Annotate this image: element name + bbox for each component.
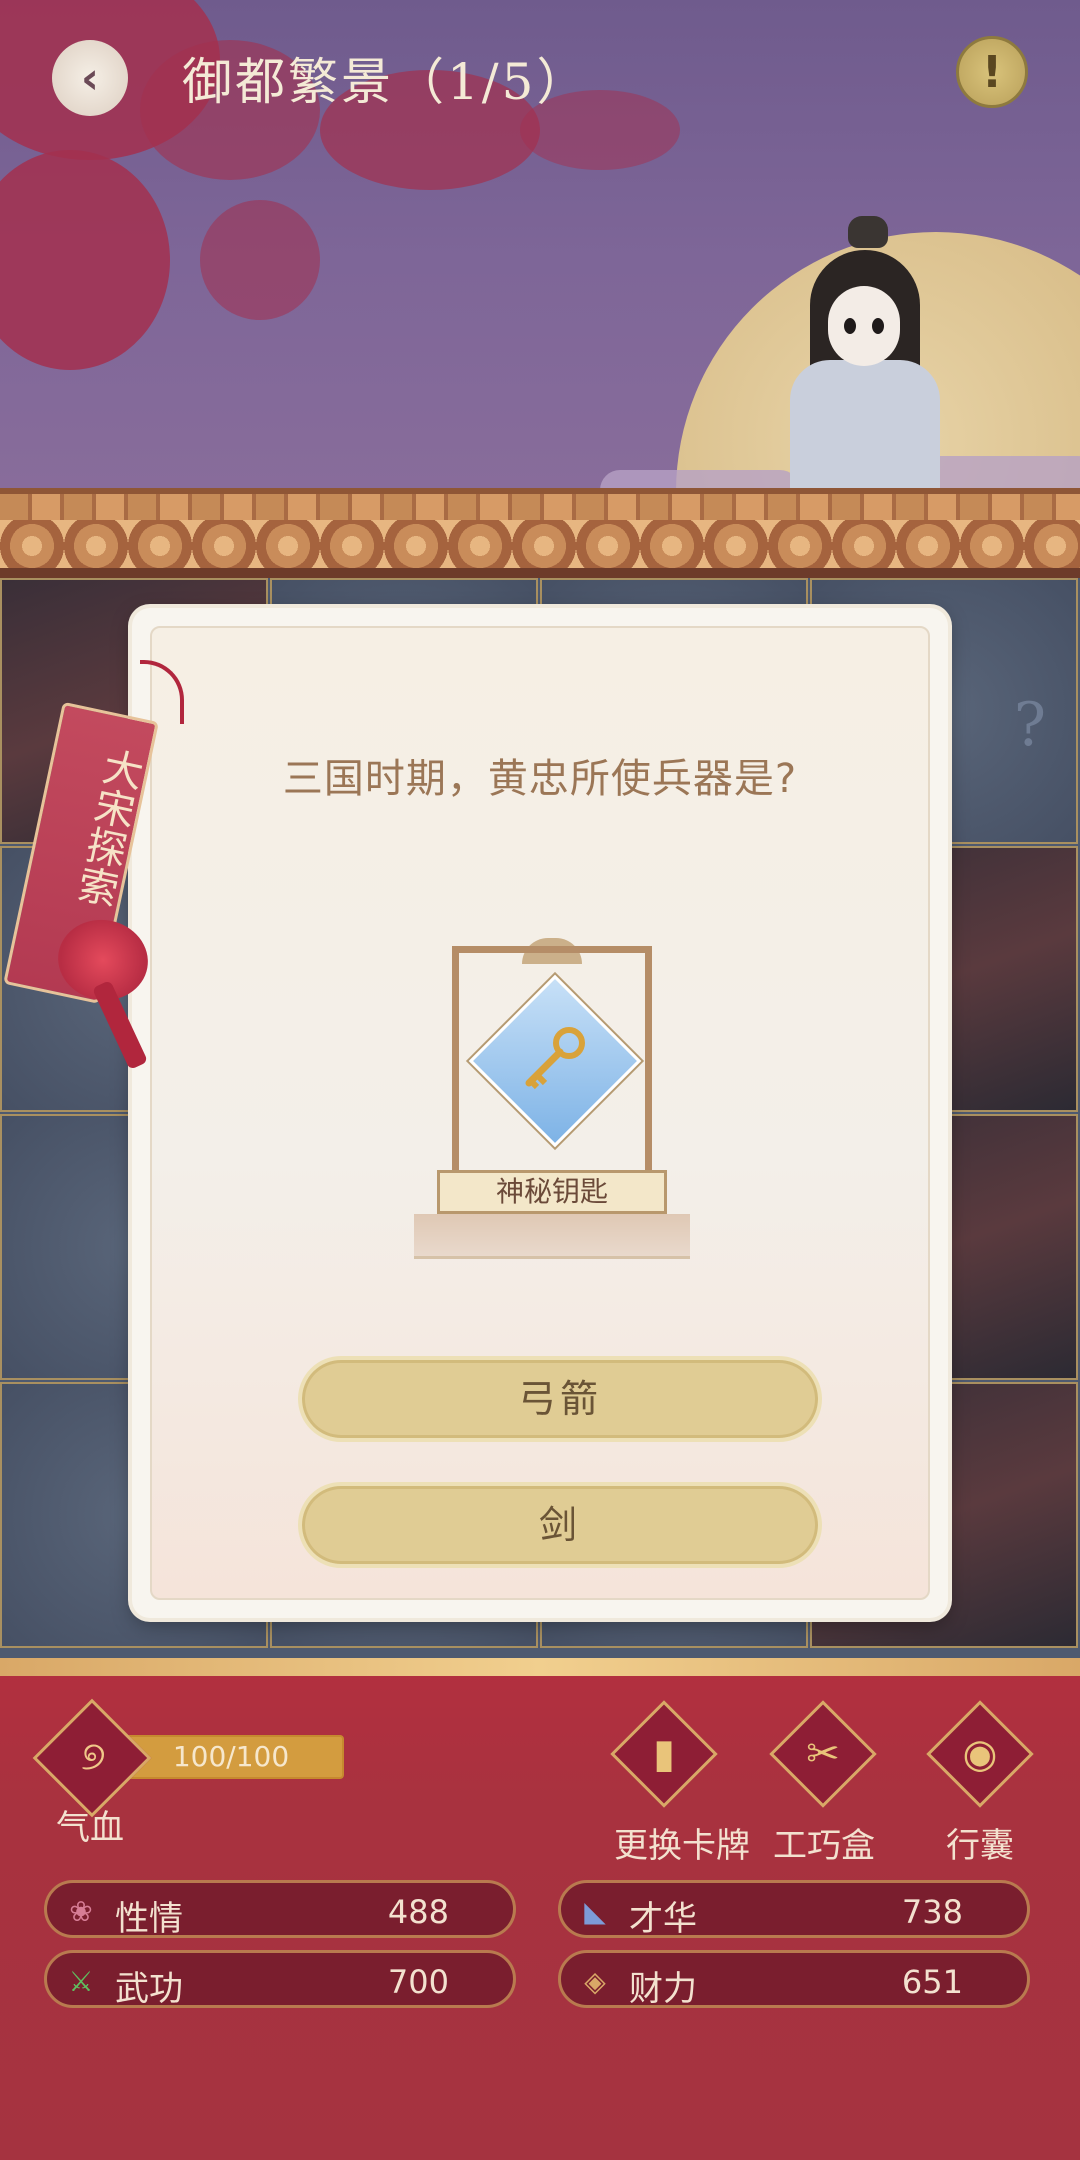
roof-edge [0,568,1080,578]
question-mark-icon: ? [1013,690,1046,760]
back-arrow-icon: ‹ [80,52,100,104]
flower-icon: ❀ [69,1895,93,1928]
scissors-icon: ✂ [806,1731,840,1777]
stat-value: 700 [387,1963,449,2001]
card-swap-icon: ▮ [652,1731,675,1777]
hp-label: 气血 [56,1808,124,1848]
key-icon [525,1027,585,1090]
craft-box-label: 工巧盒 [773,1826,875,1866]
page-title: 御都繁景（1/5） [182,53,590,111]
stat-name: 才华 [629,1899,697,1939]
stat-value: 651 [901,1963,963,2001]
blossom-branch [200,200,320,320]
stat-name: 武功 [115,1969,183,2009]
change-card-label: 更换卡牌 [614,1826,750,1866]
fan-icon: ◣ [584,1895,606,1928]
reward-pedestal [414,1214,690,1259]
exclamation-icon: ! [981,46,1003,98]
top-scene: ‹ 御都繁景（1/5） ! [0,0,1080,580]
reward-name: 神秘钥匙 [437,1170,667,1214]
hp-bar: 100/100 [118,1735,344,1779]
bag-button[interactable]: ◉ 行囊 [926,1700,1034,1867]
panel-trim [0,1658,1080,1676]
question-text: 三国时期，黄忠所使兵器是? [282,756,798,802]
back-button[interactable]: ‹ [52,40,128,116]
change-card-button[interactable]: ▮ 更换卡牌 [610,1700,750,1867]
stat-martial: ⚔ 武功 700 [44,1950,516,2009]
stat-value: 738 [901,1893,963,1931]
answer-button-1[interactable]: 弓箭 [298,1356,822,1442]
info-button[interactable]: ! [956,36,1028,108]
stat-name: 性情 [115,1899,183,1939]
stat-name: 财力 [629,1969,697,2009]
swirl-icon: ୭ [81,1733,106,1780]
stat-value: 488 [387,1893,449,1931]
answer-button-2[interactable]: 剑 [298,1482,822,1568]
question-dialog: 三国时期，黄忠所使兵器是? 神秘钥匙 弓箭 剑 [132,608,948,1618]
question-dialog-inner: 三国时期，黄忠所使兵器是? 神秘钥匙 弓箭 剑 [150,626,930,1600]
craft-box-button[interactable]: ✂ 工巧盒 [769,1700,877,1867]
stat-talent: ◣ 才华 738 [558,1880,1030,1939]
bag-label: 行囊 [946,1826,1014,1866]
sword-icon: ⚔ [68,1965,94,1998]
bag-icon: ◉ [962,1731,998,1777]
stat-temperament: ❀ 性情 488 [44,1880,516,1939]
coin-icon: ◈ [584,1965,606,1998]
blossom-branch [0,150,170,370]
stat-wealth: ◈ 财力 651 [558,1950,1030,2009]
roof-tiles [0,520,1080,572]
